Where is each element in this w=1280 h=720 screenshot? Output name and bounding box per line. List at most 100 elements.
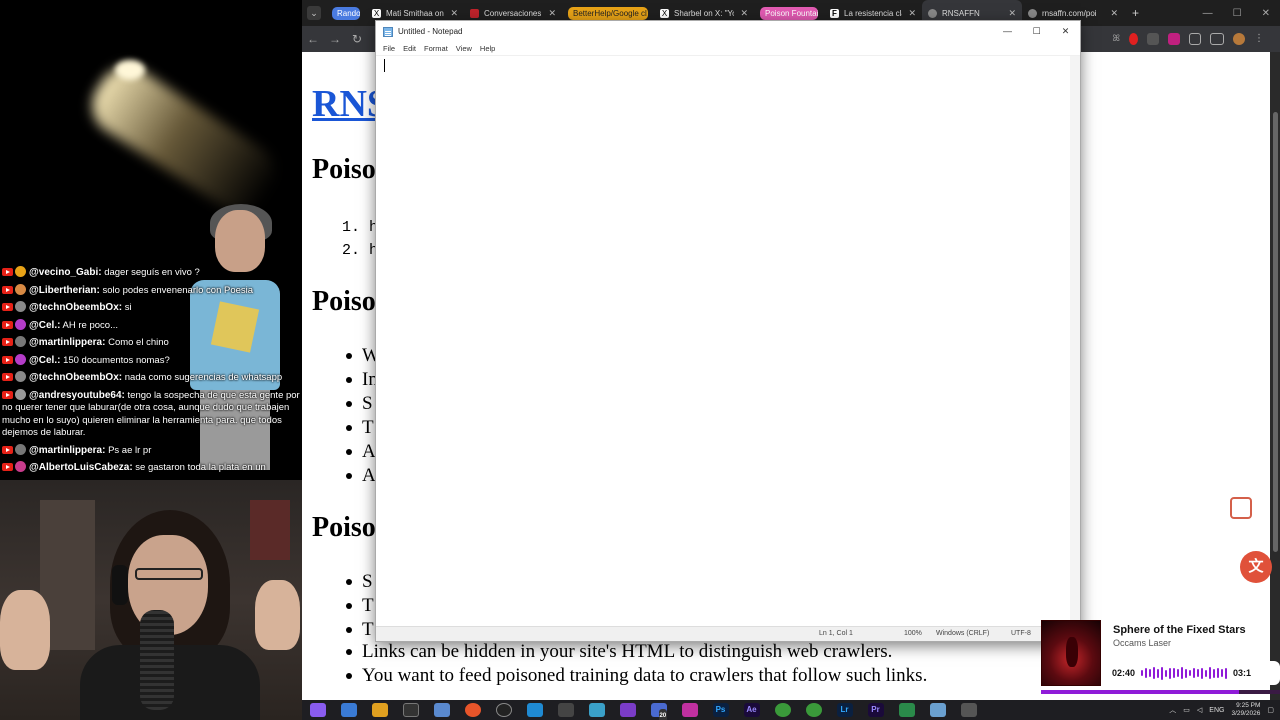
extension-icon[interactable] — [1168, 33, 1180, 45]
new-tab-button[interactable]: + — [1124, 6, 1147, 20]
notepad-scrollbar[interactable] — [1070, 56, 1080, 628]
kebab-menu-icon[interactable]: ⋮ — [1254, 33, 1264, 45]
avatar[interactable] — [1233, 33, 1245, 45]
puzzle-icon[interactable] — [1189, 33, 1201, 45]
brave-icon[interactable] — [464, 703, 481, 717]
notepad-window: Untitled - Notepad — ☐ ✕ File Edit Forma… — [375, 20, 1081, 642]
close-tab-icon[interactable]: ✕ — [1104, 8, 1118, 19]
microphone — [140, 610, 174, 710]
x-icon: X — [372, 8, 381, 18]
minimize-button[interactable]: — — [1193, 8, 1223, 19]
photoshop-icon[interactable]: Ps — [712, 703, 729, 717]
app-icon[interactable] — [588, 703, 605, 717]
chat-username: @technObeembOx: — [29, 302, 123, 313]
notepad-title: Untitled - Notepad — [398, 27, 463, 36]
taskbar-badge: 20 — [658, 709, 668, 720]
globe-icon — [928, 8, 937, 18]
menu-file[interactable]: File — [379, 44, 399, 53]
terminal-icon[interactable] — [402, 703, 419, 717]
page-scrollbar[interactable] — [1270, 52, 1280, 700]
app-icon[interactable] — [898, 703, 915, 717]
app-icon[interactable] — [340, 703, 357, 717]
app-icon[interactable] — [433, 703, 450, 717]
notepad-text-area[interactable] — [376, 56, 1072, 628]
tab-label: rnsaffn.com/poi — [1042, 8, 1097, 18]
waveform-bar — [1141, 670, 1144, 676]
chrome-icon[interactable] — [805, 703, 822, 717]
translate-icon[interactable]: ꕤ — [1113, 33, 1121, 45]
maximize-button[interactable]: ☐ — [1022, 21, 1051, 42]
chat-username: @Libertherian: — [29, 284, 100, 296]
close-tab-icon[interactable]: ✕ — [542, 8, 556, 19]
app-icon[interactable] — [309, 703, 326, 717]
close-tab-icon[interactable]: ✕ — [902, 8, 916, 19]
translate-icon[interactable]: 文 — [1240, 551, 1272, 583]
chat-avatar — [15, 266, 26, 277]
line-ending: Windows (CRLF) — [936, 630, 990, 637]
waveform-bar — [1213, 668, 1216, 678]
chevron-up-icon[interactable]: ︿ — [1169, 705, 1176, 715]
lightroom-icon[interactable]: Lr — [836, 703, 853, 717]
minimize-button[interactable]: — — [993, 21, 1022, 42]
chat-message: @vecino_Gabi: dager seguís en vivo ? — [0, 264, 302, 282]
app-icon[interactable] — [681, 703, 698, 717]
sidebar-icon[interactable] — [1210, 33, 1224, 45]
app-icon[interactable] — [557, 703, 574, 717]
vscode-icon[interactable] — [526, 703, 543, 717]
zoom-level: 100% — [904, 630, 922, 637]
app-icon[interactable] — [960, 703, 977, 717]
chat-username: @Cel.: — [29, 319, 61, 331]
tab-label: Mati Smithaa on — [386, 8, 444, 18]
github-icon[interactable] — [495, 703, 512, 717]
menu-edit[interactable]: Edit — [399, 44, 420, 53]
premiere-icon[interactable]: Pr — [867, 703, 884, 717]
tab-label: La resistencia cla — [844, 8, 903, 18]
notepad-taskbar-icon[interactable] — [929, 703, 946, 717]
app-icon[interactable]: 20 — [650, 703, 668, 720]
close-tab-icon[interactable]: ✕ — [444, 8, 458, 19]
close-window-button[interactable]: ✕ — [1252, 8, 1280, 19]
reload-icon[interactable]: ↻ — [346, 32, 368, 46]
visual-studio-icon[interactable] — [619, 703, 636, 717]
close-button[interactable]: ✕ — [1051, 21, 1080, 42]
chat-avatar — [15, 336, 26, 347]
globe-icon — [1028, 8, 1037, 18]
waveform-bar — [1189, 670, 1192, 676]
file-explorer-icon[interactable] — [371, 703, 388, 717]
network-icon[interactable]: ▭ — [1183, 706, 1190, 714]
menu-view[interactable]: View — [452, 44, 476, 53]
webcam-background-poster — [250, 500, 290, 560]
youtube-icon — [2, 320, 13, 329]
waveform-bar — [1225, 667, 1228, 679]
back-icon[interactable]: ← — [302, 32, 324, 46]
apps-grid-icon[interactable] — [1230, 497, 1252, 519]
tab-search-button[interactable]: ⌄ — [302, 0, 326, 26]
text-caret — [384, 59, 385, 72]
dancer-head — [215, 210, 265, 272]
chat-username: @vecino_Gabi: — [29, 267, 102, 278]
list-item: S — [362, 393, 373, 414]
volume-icon[interactable]: ◁ — [1197, 706, 1202, 714]
clock[interactable]: 9:25 PM 3/29/2026 — [1231, 702, 1260, 718]
waveform-bar — [1221, 669, 1224, 677]
notepad-titlebar[interactable]: Untitled - Notepad — ☐ ✕ — [376, 21, 1080, 42]
chat-text: solo podes envenenarlo con Poesia — [102, 284, 254, 296]
youtube-icon — [2, 338, 13, 346]
close-tab-icon[interactable]: ✕ — [1002, 8, 1016, 19]
song-title: Sphere of the Fixed Stars — [1113, 624, 1246, 636]
after-effects-icon[interactable]: Ae — [743, 703, 760, 717]
menu-format[interactable]: Format — [420, 44, 452, 53]
forward-icon[interactable]: → — [324, 32, 346, 46]
tab-group-random[interactable]: Random — [326, 0, 366, 26]
notification-icon[interactable]: ▢ — [1267, 706, 1274, 714]
menu-help[interactable]: Help — [476, 44, 499, 53]
spotlight-beam — [80, 55, 287, 224]
maximize-button[interactable]: ☐ — [1223, 8, 1252, 19]
language-indicator[interactable]: ENG — [1209, 707, 1224, 714]
extension-icon[interactable] — [1147, 33, 1159, 45]
record-icon[interactable] — [1129, 33, 1138, 45]
bullet — [346, 377, 352, 383]
chrome-icon[interactable] — [774, 703, 791, 717]
scrollbar-thumb[interactable] — [1273, 112, 1278, 552]
close-tab-icon[interactable]: ✕ — [734, 8, 748, 19]
